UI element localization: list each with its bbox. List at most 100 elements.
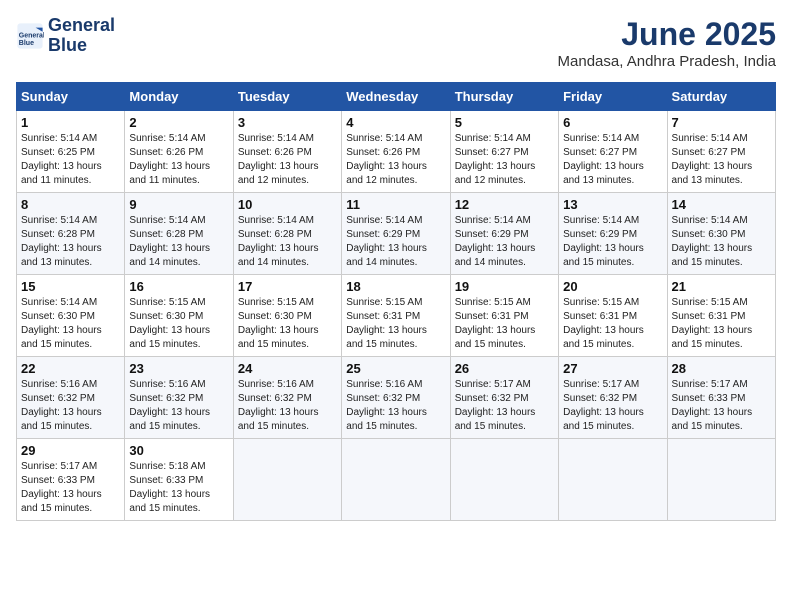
- day-info: Sunrise: 5:15 AM Sunset: 6:31 PM Dayligh…: [672, 296, 771, 352]
- logo-icon: General Blue: [16, 22, 44, 50]
- day-info: Sunrise: 5:16 AM Sunset: 6:32 PM Dayligh…: [129, 378, 228, 434]
- logo-text: General Blue: [48, 16, 115, 56]
- calendar-day-15: 15 Sunrise: 5:14 AM Sunset: 6:30 PM Dayl…: [17, 275, 125, 357]
- calendar-day-25: 25 Sunrise: 5:16 AM Sunset: 6:32 PM Dayl…: [342, 357, 450, 439]
- day-number: 22: [21, 361, 120, 376]
- calendar-day-22: 22 Sunrise: 5:16 AM Sunset: 6:32 PM Dayl…: [17, 357, 125, 439]
- day-number: 30: [129, 443, 228, 458]
- title-area: June 2025 Mandasa, Andhra Pradesh, India: [558, 16, 776, 70]
- day-number: 27: [563, 361, 662, 376]
- day-info: Sunrise: 5:17 AM Sunset: 6:32 PM Dayligh…: [455, 378, 554, 434]
- day-info: Sunrise: 5:14 AM Sunset: 6:29 PM Dayligh…: [346, 214, 445, 270]
- day-number: 1: [21, 115, 120, 130]
- day-number: 21: [672, 279, 771, 294]
- calendar-day-16: 16 Sunrise: 5:15 AM Sunset: 6:30 PM Dayl…: [125, 275, 233, 357]
- day-number: 13: [563, 197, 662, 212]
- day-number: 9: [129, 197, 228, 212]
- svg-text:Blue: Blue: [19, 40, 34, 47]
- svg-text:General: General: [19, 32, 44, 39]
- day-info: Sunrise: 5:14 AM Sunset: 6:28 PM Dayligh…: [21, 214, 120, 270]
- day-number: 19: [455, 279, 554, 294]
- day-info: Sunrise: 5:14 AM Sunset: 6:25 PM Dayligh…: [21, 132, 120, 188]
- calendar-header-row: SundayMondayTuesdayWednesdayThursdayFrid…: [17, 83, 776, 111]
- day-number: 23: [129, 361, 228, 376]
- day-number: 3: [238, 115, 337, 130]
- calendar-day-18: 18 Sunrise: 5:15 AM Sunset: 6:31 PM Dayl…: [342, 275, 450, 357]
- day-info: Sunrise: 5:14 AM Sunset: 6:27 PM Dayligh…: [672, 132, 771, 188]
- empty-cell: [667, 439, 775, 521]
- day-number: 6: [563, 115, 662, 130]
- day-number: 7: [672, 115, 771, 130]
- day-info: Sunrise: 5:14 AM Sunset: 6:28 PM Dayligh…: [238, 214, 337, 270]
- column-header-saturday: Saturday: [667, 83, 775, 111]
- column-header-wednesday: Wednesday: [342, 83, 450, 111]
- calendar-week-5: 29 Sunrise: 5:17 AM Sunset: 6:33 PM Dayl…: [17, 439, 776, 521]
- calendar-day-26: 26 Sunrise: 5:17 AM Sunset: 6:32 PM Dayl…: [450, 357, 558, 439]
- day-number: 14: [672, 197, 771, 212]
- calendar-day-27: 27 Sunrise: 5:17 AM Sunset: 6:32 PM Dayl…: [559, 357, 667, 439]
- empty-cell: [233, 439, 341, 521]
- calendar-day-10: 10 Sunrise: 5:14 AM Sunset: 6:28 PM Dayl…: [233, 193, 341, 275]
- day-number: 10: [238, 197, 337, 212]
- day-info: Sunrise: 5:14 AM Sunset: 6:26 PM Dayligh…: [238, 132, 337, 188]
- calendar-day-11: 11 Sunrise: 5:14 AM Sunset: 6:29 PM Dayl…: [342, 193, 450, 275]
- empty-cell: [559, 439, 667, 521]
- day-info: Sunrise: 5:14 AM Sunset: 6:26 PM Dayligh…: [129, 132, 228, 188]
- calendar-day-20: 20 Sunrise: 5:15 AM Sunset: 6:31 PM Dayl…: [559, 275, 667, 357]
- day-number: 18: [346, 279, 445, 294]
- page-header: General Blue General Blue June 2025 Mand…: [16, 16, 776, 70]
- day-number: 28: [672, 361, 771, 376]
- month-year-title: June 2025: [558, 16, 776, 53]
- day-info: Sunrise: 5:17 AM Sunset: 6:33 PM Dayligh…: [672, 378, 771, 434]
- column-header-thursday: Thursday: [450, 83, 558, 111]
- calendar-day-29: 29 Sunrise: 5:17 AM Sunset: 6:33 PM Dayl…: [17, 439, 125, 521]
- calendar-week-3: 15 Sunrise: 5:14 AM Sunset: 6:30 PM Dayl…: [17, 275, 776, 357]
- day-info: Sunrise: 5:14 AM Sunset: 6:28 PM Dayligh…: [129, 214, 228, 270]
- day-info: Sunrise: 5:17 AM Sunset: 6:33 PM Dayligh…: [21, 460, 120, 516]
- day-info: Sunrise: 5:15 AM Sunset: 6:30 PM Dayligh…: [238, 296, 337, 352]
- day-number: 29: [21, 443, 120, 458]
- empty-cell: [450, 439, 558, 521]
- day-number: 8: [21, 197, 120, 212]
- calendar-day-3: 3 Sunrise: 5:14 AM Sunset: 6:26 PM Dayli…: [233, 111, 341, 193]
- calendar-day-2: 2 Sunrise: 5:14 AM Sunset: 6:26 PM Dayli…: [125, 111, 233, 193]
- day-info: Sunrise: 5:15 AM Sunset: 6:31 PM Dayligh…: [455, 296, 554, 352]
- calendar-table: SundayMondayTuesdayWednesdayThursdayFrid…: [16, 82, 776, 521]
- day-number: 20: [563, 279, 662, 294]
- calendar-day-13: 13 Sunrise: 5:14 AM Sunset: 6:29 PM Dayl…: [559, 193, 667, 275]
- day-info: Sunrise: 5:14 AM Sunset: 6:30 PM Dayligh…: [672, 214, 771, 270]
- calendar-week-1: 1 Sunrise: 5:14 AM Sunset: 6:25 PM Dayli…: [17, 111, 776, 193]
- day-number: 15: [21, 279, 120, 294]
- calendar-day-12: 12 Sunrise: 5:14 AM Sunset: 6:29 PM Dayl…: [450, 193, 558, 275]
- calendar-week-2: 8 Sunrise: 5:14 AM Sunset: 6:28 PM Dayli…: [17, 193, 776, 275]
- day-info: Sunrise: 5:14 AM Sunset: 6:29 PM Dayligh…: [455, 214, 554, 270]
- calendar-week-4: 22 Sunrise: 5:16 AM Sunset: 6:32 PM Dayl…: [17, 357, 776, 439]
- day-number: 16: [129, 279, 228, 294]
- day-number: 2: [129, 115, 228, 130]
- column-header-sunday: Sunday: [17, 83, 125, 111]
- day-number: 12: [455, 197, 554, 212]
- day-info: Sunrise: 5:14 AM Sunset: 6:30 PM Dayligh…: [21, 296, 120, 352]
- calendar-day-19: 19 Sunrise: 5:15 AM Sunset: 6:31 PM Dayl…: [450, 275, 558, 357]
- day-number: 17: [238, 279, 337, 294]
- day-info: Sunrise: 5:16 AM Sunset: 6:32 PM Dayligh…: [346, 378, 445, 434]
- calendar-day-17: 17 Sunrise: 5:15 AM Sunset: 6:30 PM Dayl…: [233, 275, 341, 357]
- calendar-day-1: 1 Sunrise: 5:14 AM Sunset: 6:25 PM Dayli…: [17, 111, 125, 193]
- calendar-day-7: 7 Sunrise: 5:14 AM Sunset: 6:27 PM Dayli…: [667, 111, 775, 193]
- day-info: Sunrise: 5:15 AM Sunset: 6:31 PM Dayligh…: [563, 296, 662, 352]
- calendar-day-21: 21 Sunrise: 5:15 AM Sunset: 6:31 PM Dayl…: [667, 275, 775, 357]
- calendar-day-5: 5 Sunrise: 5:14 AM Sunset: 6:27 PM Dayli…: [450, 111, 558, 193]
- day-number: 5: [455, 115, 554, 130]
- day-info: Sunrise: 5:14 AM Sunset: 6:27 PM Dayligh…: [455, 132, 554, 188]
- calendar-day-23: 23 Sunrise: 5:16 AM Sunset: 6:32 PM Dayl…: [125, 357, 233, 439]
- day-info: Sunrise: 5:14 AM Sunset: 6:29 PM Dayligh…: [563, 214, 662, 270]
- calendar-day-8: 8 Sunrise: 5:14 AM Sunset: 6:28 PM Dayli…: [17, 193, 125, 275]
- day-info: Sunrise: 5:14 AM Sunset: 6:26 PM Dayligh…: [346, 132, 445, 188]
- location-subtitle: Mandasa, Andhra Pradesh, India: [558, 53, 776, 70]
- day-info: Sunrise: 5:15 AM Sunset: 6:30 PM Dayligh…: [129, 296, 228, 352]
- day-info: Sunrise: 5:18 AM Sunset: 6:33 PM Dayligh…: [129, 460, 228, 516]
- empty-cell: [342, 439, 450, 521]
- day-number: 25: [346, 361, 445, 376]
- day-info: Sunrise: 5:14 AM Sunset: 6:27 PM Dayligh…: [563, 132, 662, 188]
- calendar-day-14: 14 Sunrise: 5:14 AM Sunset: 6:30 PM Dayl…: [667, 193, 775, 275]
